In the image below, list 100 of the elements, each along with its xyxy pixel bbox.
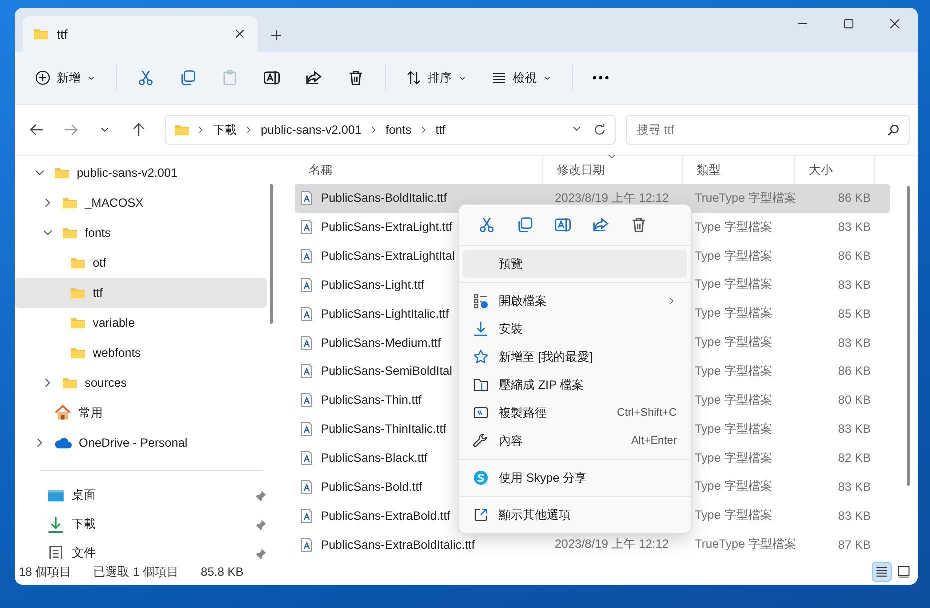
- tab-title: ttf: [57, 26, 69, 42]
- details-list-icon: [875, 565, 889, 579]
- file-type: Type 字型檔案: [694, 218, 774, 236]
- selection-size: 85.8 KB: [201, 565, 244, 579]
- file-name: PublicSans-LightItalic.ttf: [321, 306, 450, 321]
- menu-item[interactable]: 壓縮成 ZIP 檔案: [463, 371, 687, 399]
- modified-date: 2023/8/19 上午 12:12: [554, 190, 670, 207]
- trash-icon: [347, 69, 365, 87]
- plus-icon: [270, 29, 283, 42]
- quick-access-item[interactable]: 文件: [15, 539, 267, 559]
- font-file-icon: [299, 536, 315, 553]
- file-type: TrueType 字型檔案: [694, 190, 795, 207]
- file-name: PublicSans-Thin.ttf: [321, 393, 422, 408]
- up-arrow-icon: [131, 122, 147, 138]
- tree-item[interactable]: webfonts: [15, 338, 267, 368]
- folder-tab[interactable]: ttf: [23, 16, 258, 52]
- home-icon: [54, 404, 72, 422]
- menu-item[interactable]: 使用 Skype 分享: [463, 464, 687, 492]
- sort-button[interactable]: 排序: [396, 61, 477, 95]
- tree-item[interactable]: 常用: [15, 398, 267, 428]
- new-button[interactable]: 新增: [25, 61, 106, 95]
- font-file-icon: [299, 276, 315, 293]
- details-view-button[interactable]: [872, 562, 892, 582]
- font-file-icon: [299, 219, 315, 236]
- plus-circle-icon: [35, 70, 51, 86]
- rename-icon: [263, 69, 281, 87]
- quick-access-item[interactable]: 下載: [15, 510, 267, 539]
- font-file-icon: [299, 248, 315, 264]
- trash-icon: [630, 216, 648, 234]
- search-field[interactable]: 搜尋 ttf: [626, 115, 910, 145]
- external-icon: [473, 507, 489, 523]
- tree-item[interactable]: public-sans-v2.001: [15, 158, 267, 188]
- breadcrumb-item[interactable]: 下載: [212, 120, 238, 140]
- file-type: Type 字型檔案: [694, 392, 774, 409]
- star-icon: [473, 349, 489, 365]
- file-type: Type 字型檔案: [694, 450, 774, 467]
- font-file-icon: [299, 450, 315, 466]
- file-size: 85 KB: [837, 306, 872, 321]
- file-type: Type 字型檔案: [694, 305, 774, 322]
- wrench-icon: [473, 433, 489, 449]
- breadcrumb-item[interactable]: fonts: [384, 121, 413, 139]
- address-bar[interactable]: 下載 public-sans-v2.001 fonts ttf: [165, 115, 616, 145]
- file-type: Type 字型檔案: [694, 276, 774, 294]
- rename-icon: [554, 216, 572, 234]
- file-name: PublicSans-SemiBoldItal: [321, 364, 452, 378]
- share-icon: [592, 216, 610, 234]
- menu-item[interactable]: 顯示其他選項: [463, 501, 687, 529]
- item-count: 18 個項目: [19, 564, 72, 580]
- tree-item[interactable]: OneDrive - Personal: [15, 428, 267, 458]
- tile-icon: [897, 565, 911, 579]
- file-type: Type 字型檔案: [694, 478, 774, 496]
- tree-item[interactable]: fonts: [15, 218, 267, 248]
- font-file-icon: [299, 392, 315, 408]
- font-file-icon: [299, 334, 315, 351]
- modified-date: 2023/8/19 上午 12:12: [554, 536, 670, 554]
- file-type: Type 字型檔案: [694, 420, 774, 438]
- file-name: PublicSans-BoldItalic.ttf: [321, 191, 448, 206]
- menu-item[interactable]: 安裝: [463, 315, 687, 343]
- quick-access-item[interactable]: 桌面: [15, 481, 267, 510]
- sort-arrows-icon: [406, 70, 422, 86]
- menu-item[interactable]: 開啟檔案: [463, 287, 687, 315]
- file-type: Type 字型檔案: [694, 507, 774, 524]
- font-file-icon: [299, 508, 315, 524]
- file-name: PublicSans-ThinItalic.ttf: [321, 422, 446, 436]
- menu-item[interactable]: 預覽: [463, 250, 687, 278]
- view-button[interactable]: 檢視: [481, 61, 562, 95]
- search-icon: [887, 124, 900, 137]
- open-with-icon: [473, 293, 489, 309]
- copy-icon: [516, 216, 534, 234]
- tree-item[interactable]: otf: [15, 248, 267, 278]
- menu-item[interactable]: 新增至 [我的最愛]: [463, 343, 687, 371]
- tree-item[interactable]: variable: [15, 308, 267, 338]
- close-icon: [234, 28, 246, 40]
- file-size: 83 KB: [837, 220, 872, 234]
- file-name: PublicSans-Black.ttf: [321, 451, 428, 466]
- breadcrumb-item[interactable]: ttf: [434, 121, 447, 139]
- font-file-icon: [299, 190, 315, 206]
- tree-item[interactable]: _MACOSX: [15, 188, 267, 218]
- font-file-icon: [299, 306, 315, 322]
- zip-folder-icon: [473, 377, 489, 393]
- file-name: PublicSans-ExtraBold.ttf: [321, 508, 450, 523]
- tree-item[interactable]: ttf: [15, 278, 267, 308]
- back-arrow-icon: [29, 122, 45, 138]
- file-size: 82 KB: [837, 451, 872, 466]
- tree-item[interactable]: sources: [15, 368, 267, 398]
- file-size: 83 KB: [837, 278, 872, 292]
- paste-icon: [221, 69, 239, 87]
- file-size: 86 KB: [837, 364, 872, 378]
- menu-item[interactable]: 複製路徑 Ctrl+Shift+C: [463, 399, 687, 427]
- shortcut-label: Ctrl+Shift+C: [617, 407, 677, 419]
- file-name: PublicSans-Bold.ttf: [321, 480, 422, 494]
- font-file-icon: [299, 421, 315, 438]
- breadcrumb-item[interactable]: public-sans-v2.001: [260, 121, 363, 139]
- file-size: 86 KB: [837, 249, 872, 264]
- document-icon: [47, 544, 65, 559]
- menu-item[interactable]: 內容 Alt+Enter: [463, 427, 687, 455]
- file-size: 83 KB: [837, 422, 872, 436]
- file-type: Type 字型檔案: [694, 362, 774, 380]
- forward-arrow-icon: [63, 122, 79, 138]
- file-name: PublicSans-Medium.ttf: [321, 336, 442, 350]
